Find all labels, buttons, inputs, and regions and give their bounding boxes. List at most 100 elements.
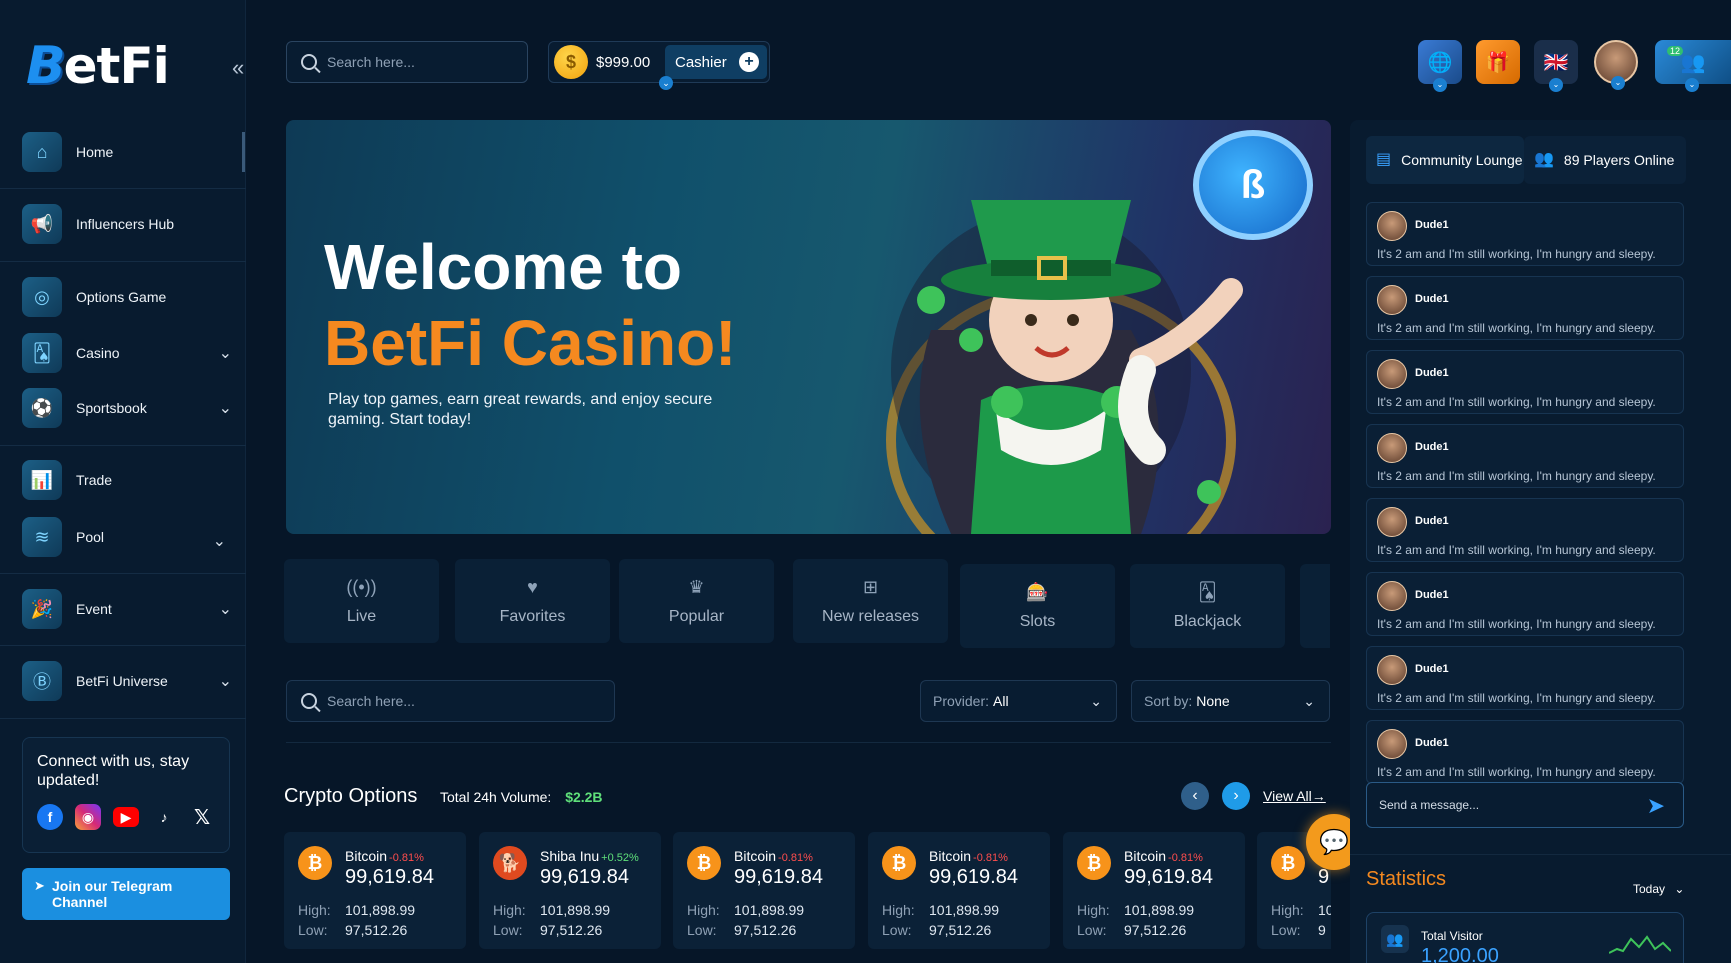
- send-message-box[interactable]: ➤: [1366, 782, 1684, 828]
- game-search-input[interactable]: [327, 693, 497, 709]
- coin-low: 97,512.26: [1124, 922, 1187, 938]
- tab-new-releases[interactable]: ⊞ New releases: [793, 559, 948, 643]
- avatar[interactable]: [1377, 581, 1407, 611]
- hero-banner[interactable]: Welcome to BetFi Casino! Play top games,…: [286, 120, 1331, 534]
- total-visitor-card: 👥 Total Visitor 1,200.00: [1366, 912, 1684, 963]
- youtube-icon[interactable]: ▶: [113, 807, 139, 827]
- tab-players-online[interactable]: 👥 89 Players Online: [1524, 136, 1686, 184]
- crypto-card[interactable]: ₿ Bitcoin -0.81% 99,619.84 High: 101,898.99 Lo…: [868, 832, 1050, 949]
- avatar[interactable]: [1377, 655, 1407, 685]
- message-username[interactable]: Dude1: [1415, 737, 1449, 749]
- community-toggle-button[interactable]: 👥 12 ⌄: [1655, 40, 1731, 92]
- message-username[interactable]: Dude1: [1415, 515, 1449, 527]
- tab-popular[interactable]: ♛ Popular: [619, 559, 774, 643]
- sidebar-item-influencers-hub[interactable]: 📢 Influencers Hub: [0, 204, 246, 244]
- game-search-box[interactable]: [286, 680, 615, 722]
- tab-favorites[interactable]: ♥ Favorites: [455, 559, 610, 643]
- sidebar-item-label: Pool: [76, 529, 105, 545]
- tiktok-icon[interactable]: ♪: [151, 804, 177, 830]
- period-value: Today: [1633, 882, 1666, 896]
- sparkline-icon: [1609, 935, 1671, 954]
- provider-label: Provider:: [933, 693, 990, 709]
- slot-machine-icon: 🎰: [1026, 581, 1049, 602]
- tab-label: Live: [346, 607, 377, 625]
- chat-message: Dude1 It's 2 am and I'm still working, I'…: [1366, 350, 1684, 414]
- tab-live[interactable]: ((•)) Live: [284, 559, 439, 643]
- sidebar-item-home[interactable]: ⌂ Home: [0, 132, 246, 172]
- x-icon[interactable]: 𝕏: [189, 804, 215, 830]
- crypto-card[interactable]: ₿ Bitcoin -0.81% 99,619.84 High: 101,898.99 Lo…: [673, 832, 855, 949]
- betfi-coin-icon: ß: [1193, 130, 1313, 240]
- sort-dropdown[interactable]: Sort by: None ⌄: [1131, 680, 1330, 722]
- send-icon[interactable]: ➤: [1647, 793, 1665, 819]
- coin-high: 10: [1318, 902, 1331, 918]
- message-username[interactable]: Dude1: [1415, 219, 1449, 231]
- message-username[interactable]: Dude1: [1415, 589, 1449, 601]
- user-avatar[interactable]: ⌄: [1594, 40, 1638, 90]
- coin-price: 99,619.84: [929, 866, 1018, 888]
- coin-low-row: Low: 97,512.26: [1077, 922, 1187, 938]
- tab-slots[interactable]: 🎰 Slots: [960, 564, 1115, 648]
- statistics-title: Statistics: [1366, 868, 1447, 890]
- tab-label: Favorites: [499, 607, 566, 625]
- facebook-icon[interactable]: f: [37, 804, 63, 830]
- message-text: It's 2 am and I'm still working, I'm hun…: [1377, 617, 1656, 631]
- message-username[interactable]: Dude1: [1415, 367, 1449, 379]
- players-online-label: 89 Players Online: [1563, 152, 1675, 168]
- currency-dropdown-icon[interactable]: ⌄: [659, 76, 673, 90]
- wallet-balance: $999.00: [596, 53, 651, 71]
- search-icon: [301, 54, 317, 70]
- collapse-sidebar-icon[interactable]: «: [232, 57, 256, 79]
- rewards-button[interactable]: 🎁: [1476, 40, 1520, 84]
- divider: [0, 261, 246, 262]
- crypto-card[interactable]: ₿ Bitcoin -0.81% 99,619.84 High: 101,898.99 Lo…: [284, 832, 466, 949]
- chevron-down-icon: ⌄: [218, 400, 232, 417]
- crypto-network-button[interactable]: 🌐 ⌄: [1418, 40, 1462, 92]
- sidebar-item-options-game[interactable]: ◎ Options Game: [0, 277, 246, 317]
- sidebar-item-label: Home: [76, 144, 114, 160]
- sidebar-item-label: Casino: [76, 345, 120, 361]
- hero-title-line1: Welcome to: [324, 231, 682, 303]
- tab-more[interactable]: [1300, 564, 1330, 648]
- avatar[interactable]: [1377, 729, 1407, 759]
- crypto-card[interactable]: 🐕 Shiba Inu +0.52% 99,619.84 High: 101,898.99…: [479, 832, 661, 949]
- next-arrow-button[interactable]: ›: [1222, 782, 1250, 810]
- view-all-link[interactable]: View All→: [1263, 788, 1326, 804]
- provider-dropdown[interactable]: Provider: All ⌄: [920, 680, 1117, 722]
- cashier-button[interactable]: Cashier +: [665, 45, 767, 79]
- crypto-card[interactable]: ₿ Bitcoin -0.81% 99,619.84 High: 101,898.99 Lo…: [1063, 832, 1245, 949]
- statistics-period-dropdown[interactable]: Today ⌄: [1633, 882, 1684, 896]
- top-search-input[interactable]: [327, 54, 497, 70]
- top-search-box[interactable]: [286, 41, 528, 83]
- join-telegram-button[interactable]: ➤ Join our Telegram Channel: [22, 868, 230, 920]
- avatar[interactable]: [1377, 359, 1407, 389]
- sidebar-item-pool[interactable]: ≋ Pool ⌄: [0, 517, 246, 557]
- sort-value: None: [1196, 693, 1230, 709]
- message-text: It's 2 am and I'm still working, I'm hun…: [1377, 395, 1656, 409]
- sidebar-item-event[interactable]: 🎉 Event ⌄: [0, 589, 246, 629]
- language-button[interactable]: 🇬🇧 ⌄: [1534, 40, 1578, 92]
- sidebar-item-label: Influencers Hub: [76, 216, 175, 232]
- sidebar-item-trade[interactable]: 📊 Trade: [0, 460, 246, 500]
- total-visitor-label: Total Visitor: [1421, 929, 1483, 943]
- instagram-icon[interactable]: ◉: [75, 804, 101, 830]
- sidebar-item-sportsbook[interactable]: ⚽ Sportsbook ⌄: [0, 388, 246, 428]
- chat-message: Dude1 It's 2 am and I'm still working, I'…: [1366, 424, 1684, 488]
- tab-blackjack[interactable]: 🂡 Blackjack: [1130, 564, 1285, 648]
- message-username[interactable]: Dude1: [1415, 293, 1449, 305]
- prev-arrow-button[interactable]: ‹: [1181, 782, 1209, 810]
- message-input[interactable]: [1379, 798, 1619, 812]
- coin-high-row: High: 101,898.99: [1077, 902, 1195, 918]
- avatar[interactable]: [1377, 433, 1407, 463]
- sidebar-item-casino[interactable]: 🂡 Casino ⌄: [0, 333, 246, 373]
- chevron-down-icon: ⌄: [1674, 882, 1685, 896]
- sidebar-item-betfi-universe[interactable]: Ⓑ BetFi Universe ⌄: [0, 661, 246, 701]
- coin-low-row: Low: 97,512.26: [493, 922, 603, 938]
- betfi-logo[interactable]: B etFi: [26, 36, 196, 96]
- avatar[interactable]: [1377, 285, 1407, 315]
- message-username[interactable]: Dude1: [1415, 441, 1449, 453]
- avatar[interactable]: [1377, 211, 1407, 241]
- message-username[interactable]: Dude1: [1415, 663, 1449, 675]
- tab-community-lounge[interactable]: ▤ Community Lounge: [1366, 136, 1524, 184]
- avatar[interactable]: [1377, 507, 1407, 537]
